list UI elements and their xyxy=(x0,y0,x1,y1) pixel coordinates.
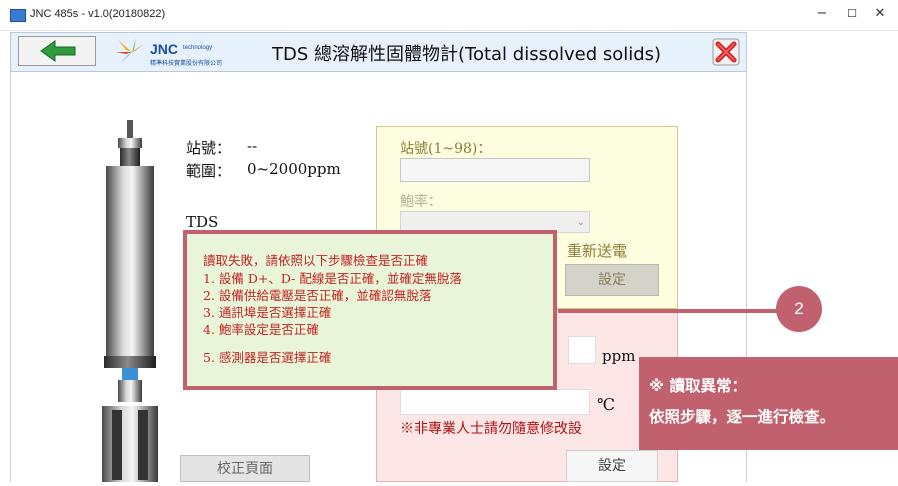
callout-connector xyxy=(558,309,780,313)
range-value: 0~2000ppm xyxy=(247,160,341,178)
ppm-input[interactable] xyxy=(568,336,596,364)
callout-number-badge: 2 xyxy=(776,286,822,332)
page-title: TDS 總溶解性固體物計(Total dissolved solids) xyxy=(272,44,662,65)
error-step: 4. 鮑率設定是否正確 xyxy=(203,322,319,337)
tds-sensor-image xyxy=(88,120,172,482)
window-close-button[interactable]: ✕ xyxy=(870,4,890,24)
logo-burst-icon xyxy=(116,38,144,64)
annotation-note: ※ 讀取異常： 依照步驟，逐一進行檢查。 xyxy=(639,357,898,450)
range-label: 範圍： xyxy=(186,162,232,180)
read-error-dialog: 讀取失敗，請依照以下步驟檢查是否正確 1. 設備 D+、D- 配線是否正確，並確… xyxy=(183,230,557,390)
logo-tagline: technology xyxy=(183,45,213,51)
temperature-unit-label: ℃ xyxy=(597,395,615,414)
back-button[interactable] xyxy=(18,36,96,66)
temperature-input[interactable] xyxy=(400,389,590,415)
error-step: 5. 感測器是否選擇正確 xyxy=(203,350,332,365)
minimize-button[interactable]: − xyxy=(812,4,832,24)
logo-subtitle: 精準科技實業股份有限公司 xyxy=(150,61,223,67)
calibration-set-button[interactable]: 設定 xyxy=(566,450,658,482)
ppm-unit-label: ppm xyxy=(602,347,636,365)
station-input[interactable] xyxy=(400,158,590,182)
window-title: JNC 485s - v1.0(20180822) xyxy=(30,8,166,20)
repower-notice: 重新送電 xyxy=(567,242,628,260)
chevron-down-icon: ⌄ xyxy=(576,217,585,228)
logo-text: JNC xyxy=(150,41,179,57)
warning-text: ※非專業人士請勿隨意修改設 xyxy=(400,421,582,437)
station-value: -- xyxy=(247,137,258,155)
app-icon xyxy=(10,9,26,22)
note-line-2: 依照步驟，逐一進行檢查。 xyxy=(649,408,836,426)
baud-rate-label: 鮑率： xyxy=(400,194,442,210)
comm-set-button[interactable]: 設定 xyxy=(565,264,659,296)
note-line-1: ※ 讀取異常： xyxy=(649,377,747,395)
station-field-label: 站號(1~98)： xyxy=(400,141,492,157)
error-title: 讀取失敗，請依照以下步驟檢查是否正確 xyxy=(203,253,429,268)
tds-reading-label: TDS xyxy=(186,213,219,231)
back-arrow-icon xyxy=(40,40,76,62)
maximize-button[interactable]: ☐ xyxy=(842,4,862,24)
calibration-page-button[interactable]: 校正頁面 xyxy=(180,455,310,482)
station-label: 站號： xyxy=(186,139,232,157)
close-app-button[interactable] xyxy=(712,38,740,66)
red-x-close-icon xyxy=(712,38,740,66)
